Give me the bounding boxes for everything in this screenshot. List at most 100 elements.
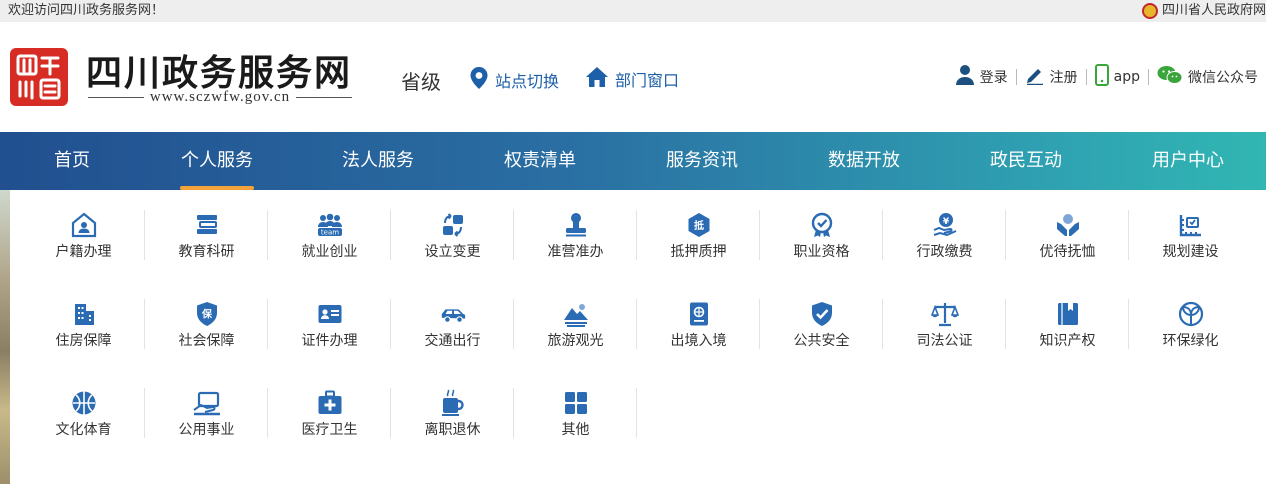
svg-text:抵: 抵 — [694, 219, 704, 232]
tab-service-news[interactable]: 服务资讯 — [665, 132, 739, 190]
service-item[interactable]: 优待抚恤 — [1006, 208, 1129, 262]
service-item[interactable]: 医疗卫生 — [268, 386, 391, 440]
register-label: 注册 — [1049, 70, 1078, 86]
provincial-gov-link[interactable]: 四川省人民政府网 — [1141, 0, 1266, 22]
service-item[interactable]: 规划建设 — [1129, 208, 1252, 262]
user-links: 登录 注册 app 微信公众号 — [955, 64, 1258, 90]
tab-home[interactable]: 首页 — [53, 132, 91, 190]
household-icon — [70, 212, 98, 238]
station-switch-label: 站点切换 — [495, 72, 560, 91]
service-label: 交通出行 — [424, 333, 481, 349]
service-label: 司法公证 — [916, 333, 973, 349]
svg-text:保: 保 — [201, 308, 213, 321]
service-label: 医疗卫生 — [301, 422, 358, 438]
service-item[interactable]: 公共安全 — [760, 297, 883, 351]
service-item[interactable]: 离职退休 — [391, 386, 514, 440]
site-url-text: www.sczwfw.gov.cn — [149, 89, 291, 105]
scales-icon — [930, 301, 959, 327]
service-label: 行政缴费 — [916, 244, 973, 260]
service-item[interactable]: 文化体育 — [22, 386, 145, 440]
mortgage-icon: 抵 — [685, 212, 713, 238]
id-card-icon — [316, 301, 344, 327]
tab-legal-person-services[interactable]: 法人服务 — [341, 132, 415, 190]
service-item[interactable]: 证件办理 — [268, 297, 391, 351]
service-item[interactable]: 环保绿化 — [1129, 297, 1252, 351]
service-label: 就业创业 — [301, 244, 358, 260]
service-item[interactable]: 其他 — [514, 386, 637, 440]
service-label: 公共安全 — [793, 333, 850, 349]
service-label: 住房保障 — [55, 333, 112, 349]
app-link[interactable]: app — [1094, 64, 1140, 90]
url-divider-right — [296, 97, 353, 98]
top-bar: 欢迎访问四川政务服务网！ 四川省人民政府网 — [0, 0, 1266, 22]
service-label: 户籍办理 — [55, 244, 112, 260]
service-item[interactable]: 户籍办理 — [22, 208, 145, 262]
service-item[interactable]: team 就业创业 — [268, 208, 391, 262]
service-item[interactable]: ¥ 行政缴费 — [883, 208, 1006, 262]
service-label: 抵押质押 — [670, 244, 727, 260]
site-url: www.sczwfw.gov.cn — [88, 89, 353, 106]
service-item[interactable]: 出境入境 — [637, 297, 760, 351]
service-item[interactable]: 公用事业 — [145, 386, 268, 440]
dept-window-link[interactable]: 部门窗口 — [585, 66, 679, 92]
separator — [1015, 69, 1017, 85]
svg-text:team: team — [320, 229, 338, 237]
station-switch-link[interactable]: 站点切换 — [469, 66, 559, 94]
background-photo-strip — [0, 190, 10, 484]
service-item[interactable]: 旅游观光 — [514, 297, 637, 351]
service-label: 其他 — [561, 422, 590, 438]
login-label: 登录 — [979, 70, 1008, 86]
service-item[interactable]: 住房保障 — [22, 297, 145, 351]
home-icon — [585, 66, 609, 92]
wechat-label: 微信公众号 — [1188, 70, 1258, 86]
ruler-icon — [1177, 212, 1205, 238]
wechat-link[interactable]: 微信公众号 — [1157, 65, 1258, 89]
stamp-icon — [562, 212, 590, 238]
welcome-text: 欢迎访问四川政务服务网！ — [8, 3, 165, 18]
tab-personal-services[interactable]: 个人服务 — [180, 132, 254, 190]
service-label: 职业资格 — [793, 244, 850, 260]
building-icon — [70, 301, 98, 327]
tab-open-data[interactable]: 数据开放 — [827, 132, 901, 190]
service-item[interactable]: 司法公证 — [883, 297, 1006, 351]
service-item[interactable]: 职业资格 — [760, 208, 883, 262]
service-item[interactable]: 交通出行 — [391, 297, 514, 351]
divider — [636, 388, 637, 438]
service-label: 规划建设 — [1162, 244, 1219, 260]
service-item[interactable]: 设立变更 — [391, 208, 514, 262]
level-label: 省级 — [401, 70, 441, 94]
tab-user-center[interactable]: 用户中心 — [1151, 132, 1225, 190]
service-label: 教育科研 — [178, 244, 235, 260]
leaf-icon — [1177, 301, 1205, 327]
pencil-icon — [1025, 65, 1045, 89]
service-item[interactable]: 准营准办 — [514, 208, 637, 262]
location-pin-icon — [469, 66, 489, 94]
cup-icon — [439, 389, 467, 416]
wechat-icon — [1157, 65, 1183, 89]
service-label: 文化体育 — [55, 422, 112, 438]
fee-icon: ¥ — [931, 212, 959, 238]
service-label: 知识产权 — [1039, 333, 1096, 349]
tab-power-list[interactable]: 权责清单 — [503, 132, 577, 190]
service-label: 设立变更 — [424, 244, 481, 260]
service-item[interactable]: 教育科研 — [145, 208, 268, 262]
education-icon — [193, 212, 221, 238]
passport-icon — [685, 301, 713, 327]
phone-icon — [1094, 64, 1109, 90]
register-link[interactable]: 注册 — [1025, 65, 1078, 89]
service-item[interactable]: 知识产权 — [1006, 297, 1129, 351]
service-label: 社会保障 — [178, 333, 235, 349]
laptop-icon — [192, 390, 221, 416]
service-label: 优待抚恤 — [1039, 244, 1096, 260]
mountain-icon — [562, 301, 590, 327]
service-label: 离职退休 — [424, 422, 481, 438]
medical-icon — [316, 390, 344, 416]
login-link[interactable]: 登录 — [955, 64, 1008, 90]
tab-interaction[interactable]: 政民互动 — [989, 132, 1063, 190]
service-item[interactable]: 抵 抵押质押 — [637, 208, 760, 262]
service-item[interactable]: 保 社会保障 — [145, 297, 268, 351]
site-logo-seal-icon[interactable] — [10, 48, 68, 106]
separator — [1085, 69, 1087, 85]
grid-icon — [562, 390, 590, 416]
book-icon — [1054, 301, 1082, 327]
